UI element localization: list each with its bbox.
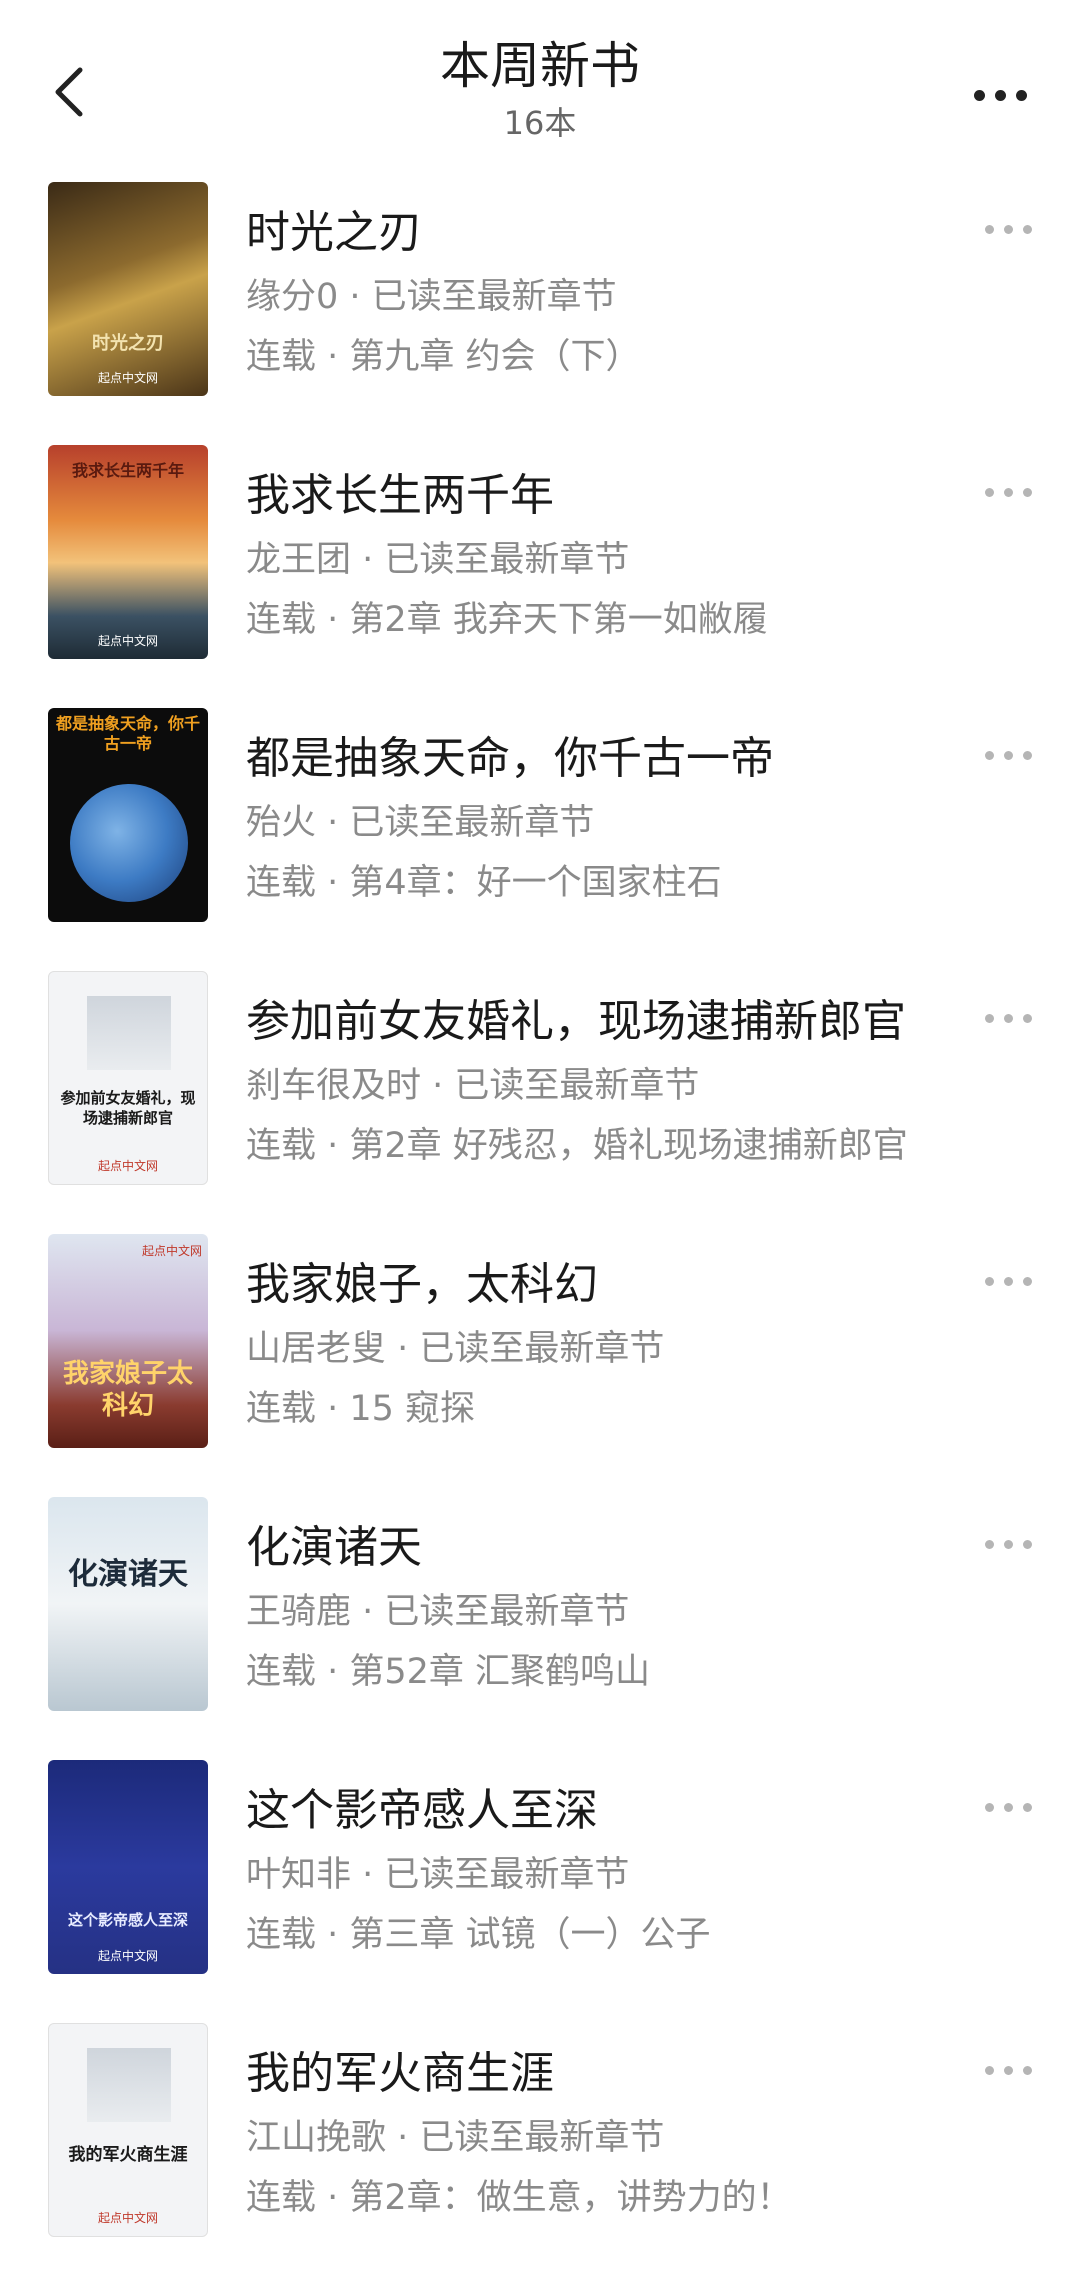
book-list: 时光之刃 起点中文网 时光之刃 缘分0 · 已读至最新章节 连载 · 第九章 约…	[0, 176, 1080, 2280]
book-title: 我的军火商生涯	[246, 2048, 554, 2099]
book-title: 这个影帝感人至深	[246, 1785, 598, 1836]
book-latest-chapter: 连载 · 第52章 汇聚鹤鸣山	[246, 1652, 651, 1692]
item-more-button[interactable]	[968, 1003, 1048, 1033]
book-item[interactable]: 起点中文网 我家娘子太科幻 我家娘子，太科幻 山居老叟 · 已读至最新章节 连载…	[0, 1228, 1080, 1491]
book-latest-chapter: 连载 · 第三章 试镜（一）公子	[246, 1915, 711, 1955]
book-cover[interactable]: 时光之刃 起点中文网	[48, 182, 208, 396]
book-latest-chapter: 连载 · 第2章 我弃天下第一如敝履	[246, 600, 768, 640]
book-latest-chapter: 连载 · 第2章：做生意，讲势力的！	[246, 2178, 792, 2218]
book-author-progress: 江山挽歌 · 已读至最新章节	[246, 2118, 665, 2158]
book-latest-chapter: 连载 · 第4章：好一个国家柱石	[246, 863, 722, 903]
cityscape-image	[87, 2048, 171, 2122]
page-title: 本周新书	[440, 37, 640, 95]
book-author-progress: 龙王团 · 已读至最新章节	[246, 540, 630, 580]
item-more-button[interactable]	[968, 1266, 1048, 1296]
more-options-button[interactable]	[960, 70, 1040, 120]
item-more-button[interactable]	[968, 740, 1048, 770]
book-title: 我求长生两千年	[246, 470, 554, 521]
book-cover[interactable]: 参加前女友婚礼，现场逮捕新郎官 起点中文网	[48, 971, 208, 1185]
book-author-progress: 殆火 · 已读至最新章节	[246, 803, 595, 843]
book-title: 参加前女友婚礼，现场逮捕新郎官	[246, 996, 906, 1047]
cityscape-image	[87, 996, 171, 1070]
book-item[interactable]: 这个影帝感人至深 起点中文网 这个影帝感人至深 叶知非 · 已读至最新章节 连载…	[0, 1754, 1080, 2017]
book-item[interactable]: 化演诸天 化演诸天 王骑鹿 · 已读至最新章节 连载 · 第52章 汇聚鹤鸣山	[0, 1491, 1080, 1754]
book-author-progress: 山居老叟 · 已读至最新章节	[246, 1329, 665, 1369]
book-item[interactable]: 都是抽象天命，你千古一帝 都是抽象天命，你千古一帝 殆火 · 已读至最新章节 连…	[0, 702, 1080, 965]
book-count: 16本	[503, 104, 577, 142]
book-cover[interactable]: 起点中文网 我家娘子太科幻	[48, 1234, 208, 1448]
item-more-button[interactable]	[968, 2055, 1048, 2085]
book-title: 我家娘子，太科幻	[246, 1259, 598, 1310]
book-author-progress: 王骑鹿 · 已读至最新章节	[246, 1592, 630, 1632]
book-cover[interactable]: 我求长生两千年 起点中文网	[48, 445, 208, 659]
book-latest-chapter: 连载 · 15 窥探	[246, 1389, 476, 1429]
book-author-progress: 刹车很及时 · 已读至最新章节	[246, 1066, 700, 1106]
top-bar: 本周新书 16本	[0, 0, 1080, 150]
book-title: 化演诸天	[246, 1522, 422, 1573]
book-cover[interactable]: 化演诸天	[48, 1497, 208, 1711]
book-item[interactable]: 时光之刃 起点中文网 时光之刃 缘分0 · 已读至最新章节 连载 · 第九章 约…	[0, 176, 1080, 439]
book-cover[interactable]: 我的军火商生涯 起点中文网	[48, 2023, 208, 2237]
book-latest-chapter: 连载 · 第2章 好残忍，婚礼现场逮捕新郎官	[246, 1126, 908, 1166]
book-cover[interactable]: 都是抽象天命，你千古一帝	[48, 708, 208, 922]
book-item[interactable]: 我的军火商生涯 起点中文网 我的军火商生涯 江山挽歌 · 已读至最新章节 连载 …	[0, 2017, 1080, 2280]
item-more-button[interactable]	[968, 477, 1048, 507]
book-cover[interactable]: 这个影帝感人至深 起点中文网	[48, 1760, 208, 1974]
book-latest-chapter: 连载 · 第九章 约会（下）	[246, 337, 641, 377]
more-dot-icon	[994, 89, 1006, 101]
book-item[interactable]: 参加前女友婚礼，现场逮捕新郎官 起点中文网 参加前女友婚礼，现场逮捕新郎官 刹车…	[0, 965, 1080, 1228]
book-item[interactable]: 我求长生两千年 起点中文网 我求长生两千年 龙王团 · 已读至最新章节 连载 ·…	[0, 439, 1080, 702]
book-title: 都是抽象天命，你千古一帝	[246, 733, 774, 784]
globe-image	[70, 784, 188, 902]
more-dot-icon	[1015, 89, 1027, 101]
more-dot-icon	[973, 89, 985, 101]
item-more-button[interactable]	[968, 214, 1048, 244]
item-more-button[interactable]	[968, 1529, 1048, 1559]
item-more-button[interactable]	[968, 1792, 1048, 1822]
book-author-progress: 缘分0 · 已读至最新章节	[246, 277, 617, 317]
book-title: 时光之刃	[246, 207, 422, 258]
book-author-progress: 叶知非 · 已读至最新章节	[246, 1855, 630, 1895]
